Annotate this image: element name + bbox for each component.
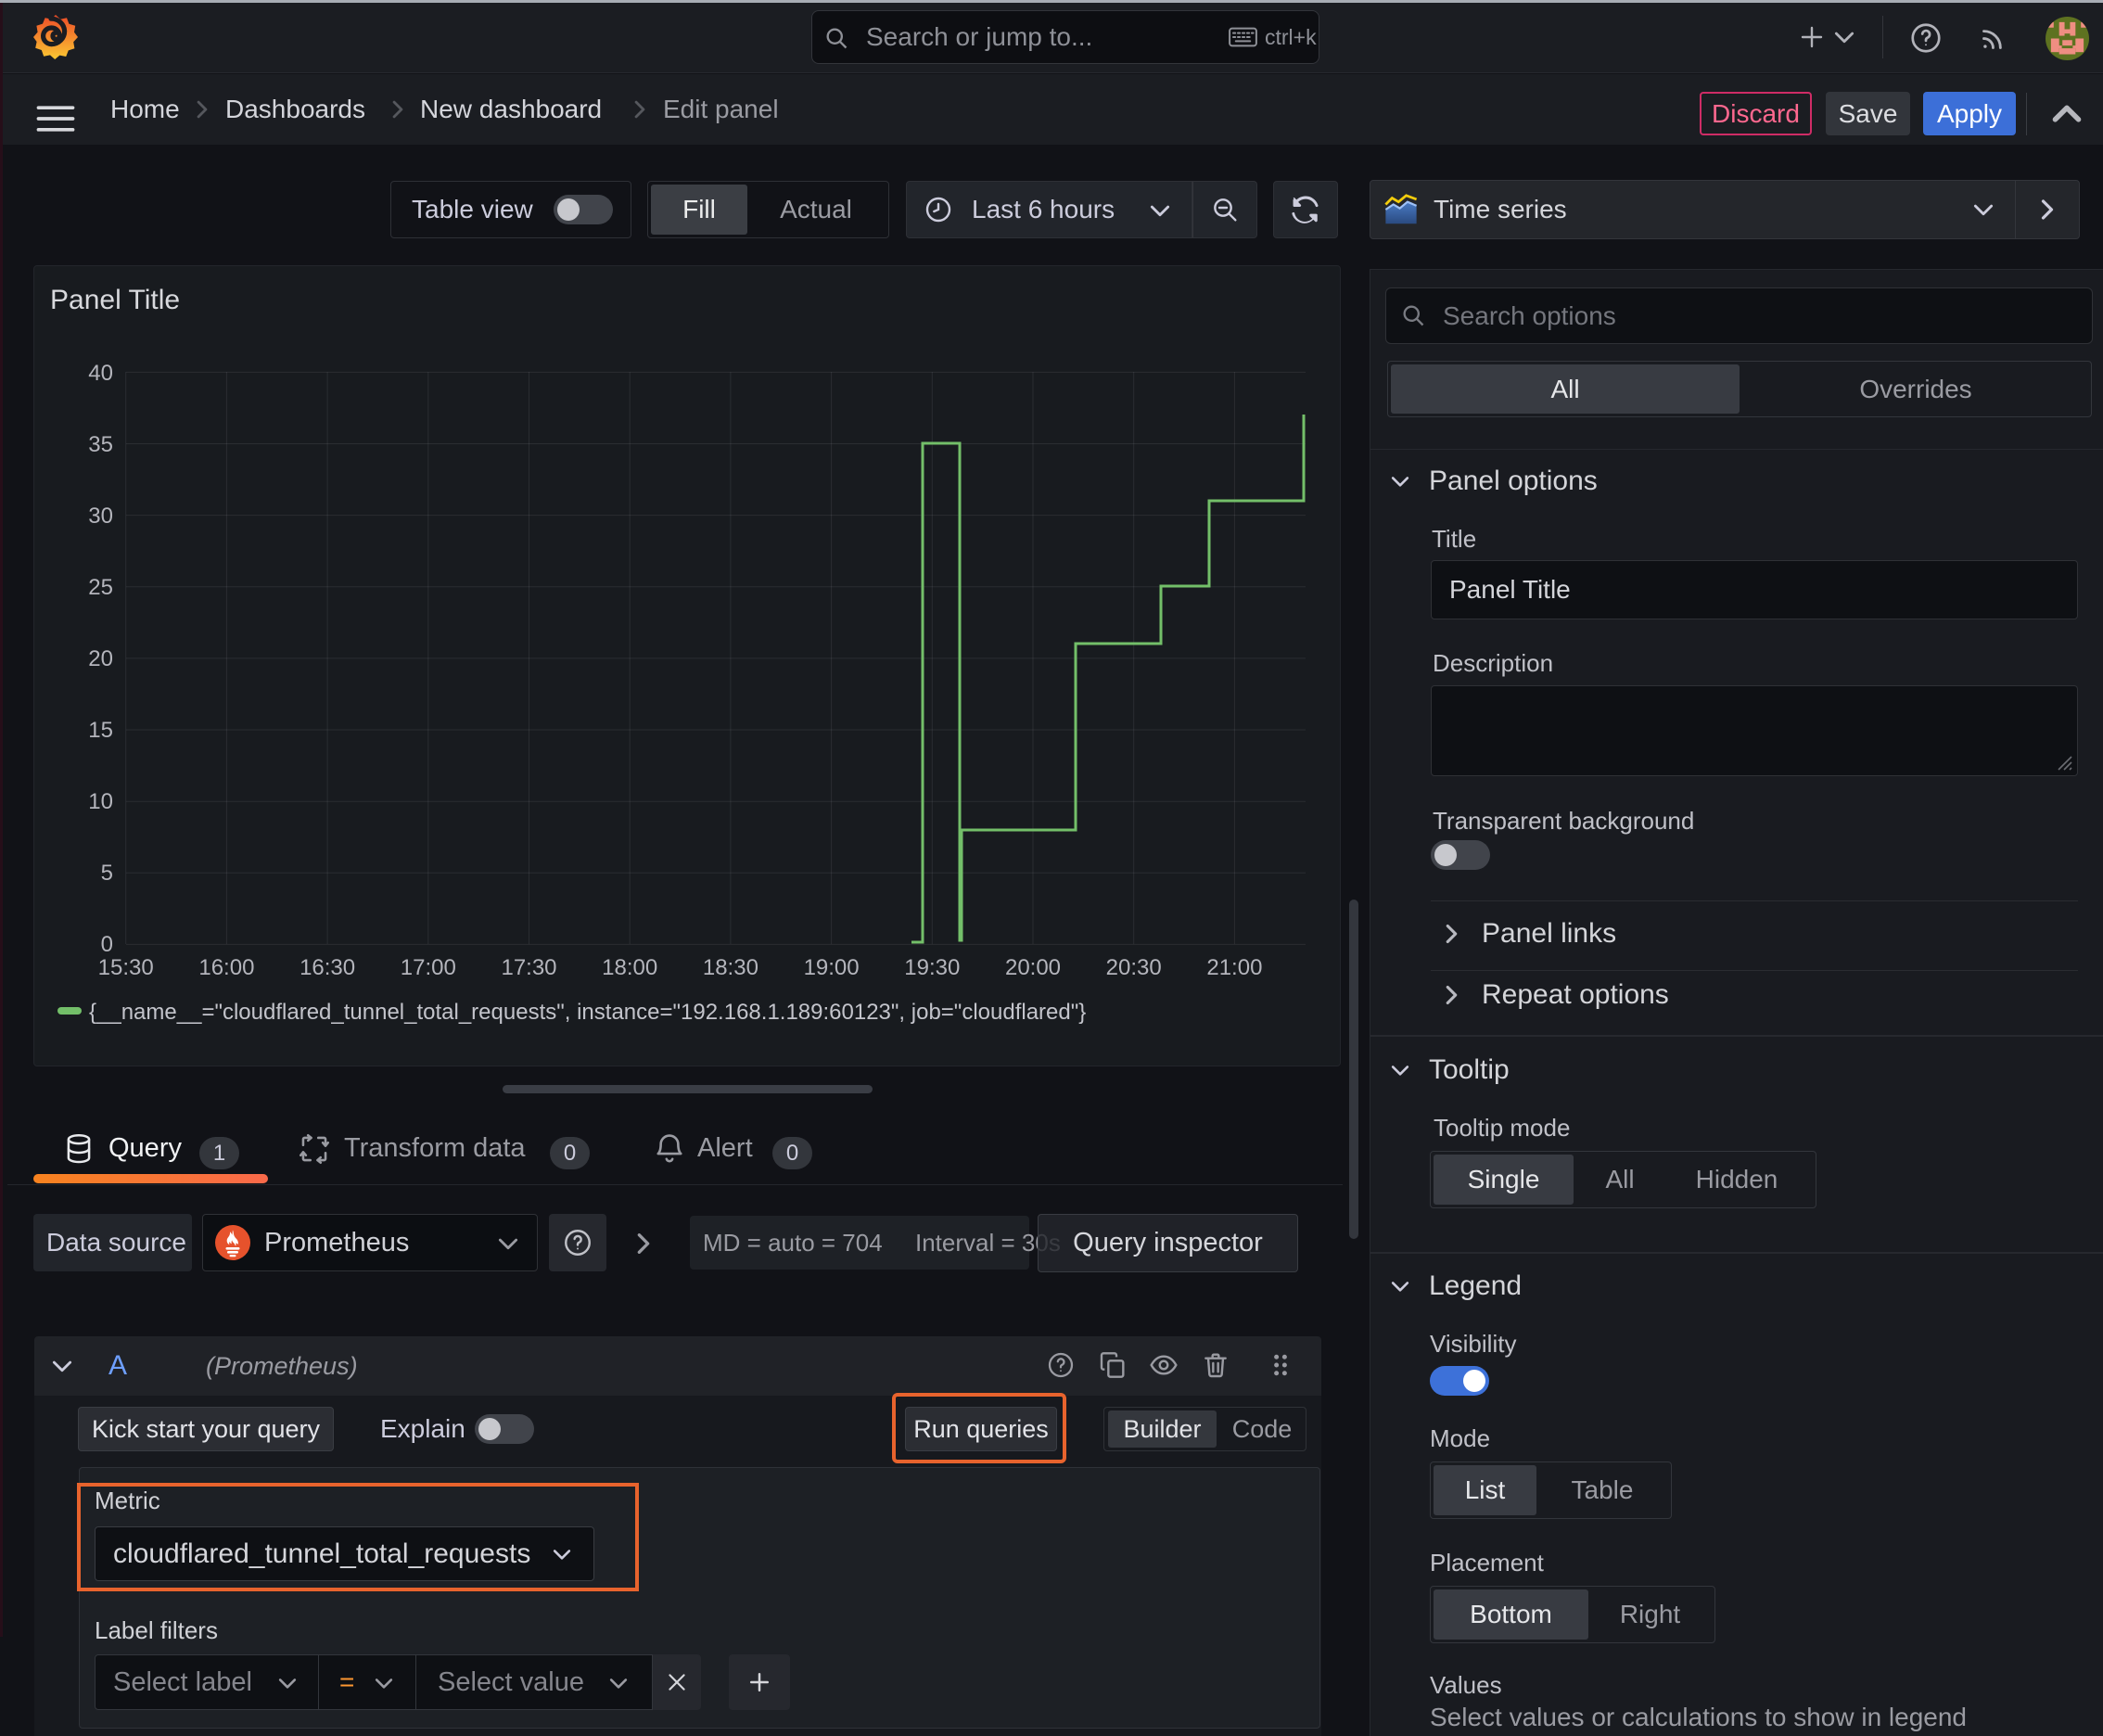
svg-text:20:30: 20:30 [1106, 955, 1162, 980]
svg-text:21:00: 21:00 [1206, 955, 1262, 980]
svg-text:15:30: 15:30 [98, 955, 154, 980]
svg-text:{__name__="cloudflared_tunnel_: {__name__="cloudflared_tunnel_total_requ… [89, 1000, 1086, 1025]
svg-text:15: 15 [88, 718, 113, 743]
svg-text:17:00: 17:00 [401, 955, 456, 980]
svg-text:35: 35 [88, 432, 113, 457]
svg-text:25: 25 [88, 575, 113, 600]
svg-text:20: 20 [88, 646, 113, 671]
svg-text:5: 5 [101, 861, 113, 886]
svg-text:16:00: 16:00 [198, 955, 254, 980]
svg-text:17:30: 17:30 [501, 955, 556, 980]
svg-text:40: 40 [88, 361, 113, 386]
svg-text:20:00: 20:00 [1005, 955, 1061, 980]
svg-text:19:00: 19:00 [804, 955, 860, 980]
svg-text:18:30: 18:30 [703, 955, 758, 980]
svg-text:18:00: 18:00 [602, 955, 657, 980]
svg-text:10: 10 [88, 789, 113, 814]
svg-text:0: 0 [101, 932, 113, 957]
svg-text:16:30: 16:30 [300, 955, 355, 980]
svg-text:30: 30 [88, 504, 113, 529]
svg-text:19:30: 19:30 [904, 955, 960, 980]
